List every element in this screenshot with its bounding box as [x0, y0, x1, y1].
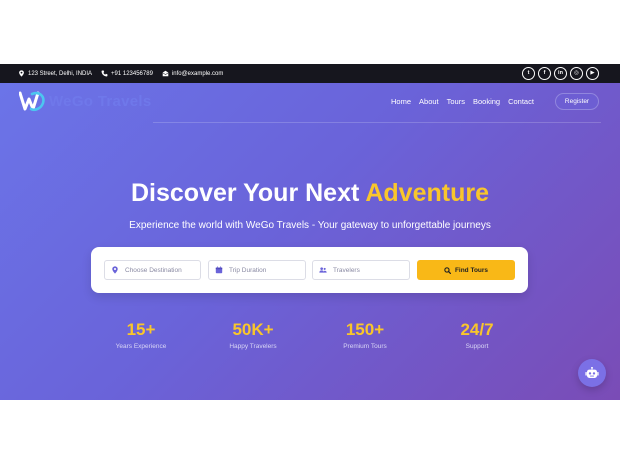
stat-happy-travelers: 50K+ Happy Travelers	[198, 320, 308, 350]
stat-years-experience: 15+ Years Experience	[86, 320, 196, 350]
email-text: info@example.com	[171, 70, 224, 77]
linkedin-icon[interactable]: in	[554, 67, 567, 80]
logo-mark-icon	[19, 91, 45, 112]
robot-icon	[585, 366, 599, 378]
find-tours-label: Find Tours	[454, 266, 489, 274]
phone-text: +91 123456789	[111, 70, 153, 77]
site-logo[interactable]: WeGo Travels	[19, 90, 152, 112]
location-pin-icon	[111, 266, 119, 274]
stat-value: 150+	[345, 320, 385, 339]
chatbot-button[interactable]	[578, 359, 606, 387]
twitter-icon[interactable]: t	[522, 67, 535, 80]
nav-item-about[interactable]: About	[419, 97, 439, 106]
navbar: WeGo Travels Home About Tours Booking Co…	[0, 83, 620, 123]
phone-icon	[101, 70, 108, 77]
calendar-icon	[215, 266, 223, 274]
brand-name: WeGo Travels	[49, 92, 152, 110]
nav-item-tours[interactable]: Tours	[447, 97, 465, 106]
instagram-icon[interactable]: ◎	[570, 67, 583, 80]
stat-label: Support	[465, 343, 489, 350]
stat-label: Happy Travelers	[229, 343, 277, 350]
register-button[interactable]: Register	[555, 93, 599, 110]
nav-menu: Home About Tours Booking Contact	[391, 97, 542, 106]
stat-value: 24/7	[460, 320, 494, 339]
travelers-field[interactable]: Travelers	[312, 260, 410, 280]
email-info: info@example.com	[162, 70, 223, 77]
duration-field[interactable]: Trip Duration	[208, 260, 306, 280]
phone-info: +91 123456789	[101, 70, 153, 77]
search-icon	[444, 266, 451, 274]
nav-item-home[interactable]: Home	[391, 97, 411, 106]
page-frame: 123 Street, Delhi, INDIA +91 123456789 i…	[0, 64, 620, 400]
address-info: 123 Street, Delhi, INDIA	[18, 70, 92, 77]
top-info-bar: 123 Street, Delhi, INDIA +91 123456789 i…	[0, 64, 620, 83]
find-tours-button[interactable]: Find Tours	[417, 260, 515, 280]
users-icon	[319, 266, 327, 274]
address-text: 123 Street, Delhi, INDIA	[28, 70, 93, 77]
stat-value: 15+	[126, 320, 156, 339]
nav-item-contact[interactable]: Contact	[508, 97, 534, 106]
hero-title-main: Discover Your Next	[130, 179, 360, 207]
travelers-placeholder: Travelers	[333, 266, 360, 274]
destination-placeholder: Choose Destination	[125, 266, 182, 274]
youtube-icon[interactable]: ▶	[586, 67, 599, 80]
destination-field[interactable]: Choose Destination	[104, 260, 201, 280]
stat-label: Premium Tours	[343, 343, 387, 350]
stat-value: 50K+	[232, 320, 274, 339]
hero-subtitle: Experience the world with WeGo Travels -…	[129, 220, 491, 231]
nav-item-booking[interactable]: Booking	[473, 97, 500, 106]
tour-search-form: Choose Destination Trip Duration Travele…	[91, 247, 528, 293]
envelope-icon	[162, 70, 169, 77]
duration-placeholder: Trip Duration	[229, 266, 267, 274]
stat-support: 24/7 Support	[422, 320, 532, 350]
social-links: t f in ◎ ▶	[522, 67, 599, 80]
hero-title-accent: Adventure	[365, 179, 489, 207]
stat-label: Years Experience	[115, 343, 167, 350]
stat-premium-tours: 150+ Premium Tours	[310, 320, 420, 350]
hero-section: WeGo Travels Home About Tours Booking Co…	[0, 83, 620, 400]
hero-title: Discover Your Next Adventure	[0, 179, 620, 208]
nav-divider	[153, 122, 601, 123]
facebook-icon[interactable]: f	[538, 67, 551, 80]
location-pin-icon	[18, 70, 25, 77]
